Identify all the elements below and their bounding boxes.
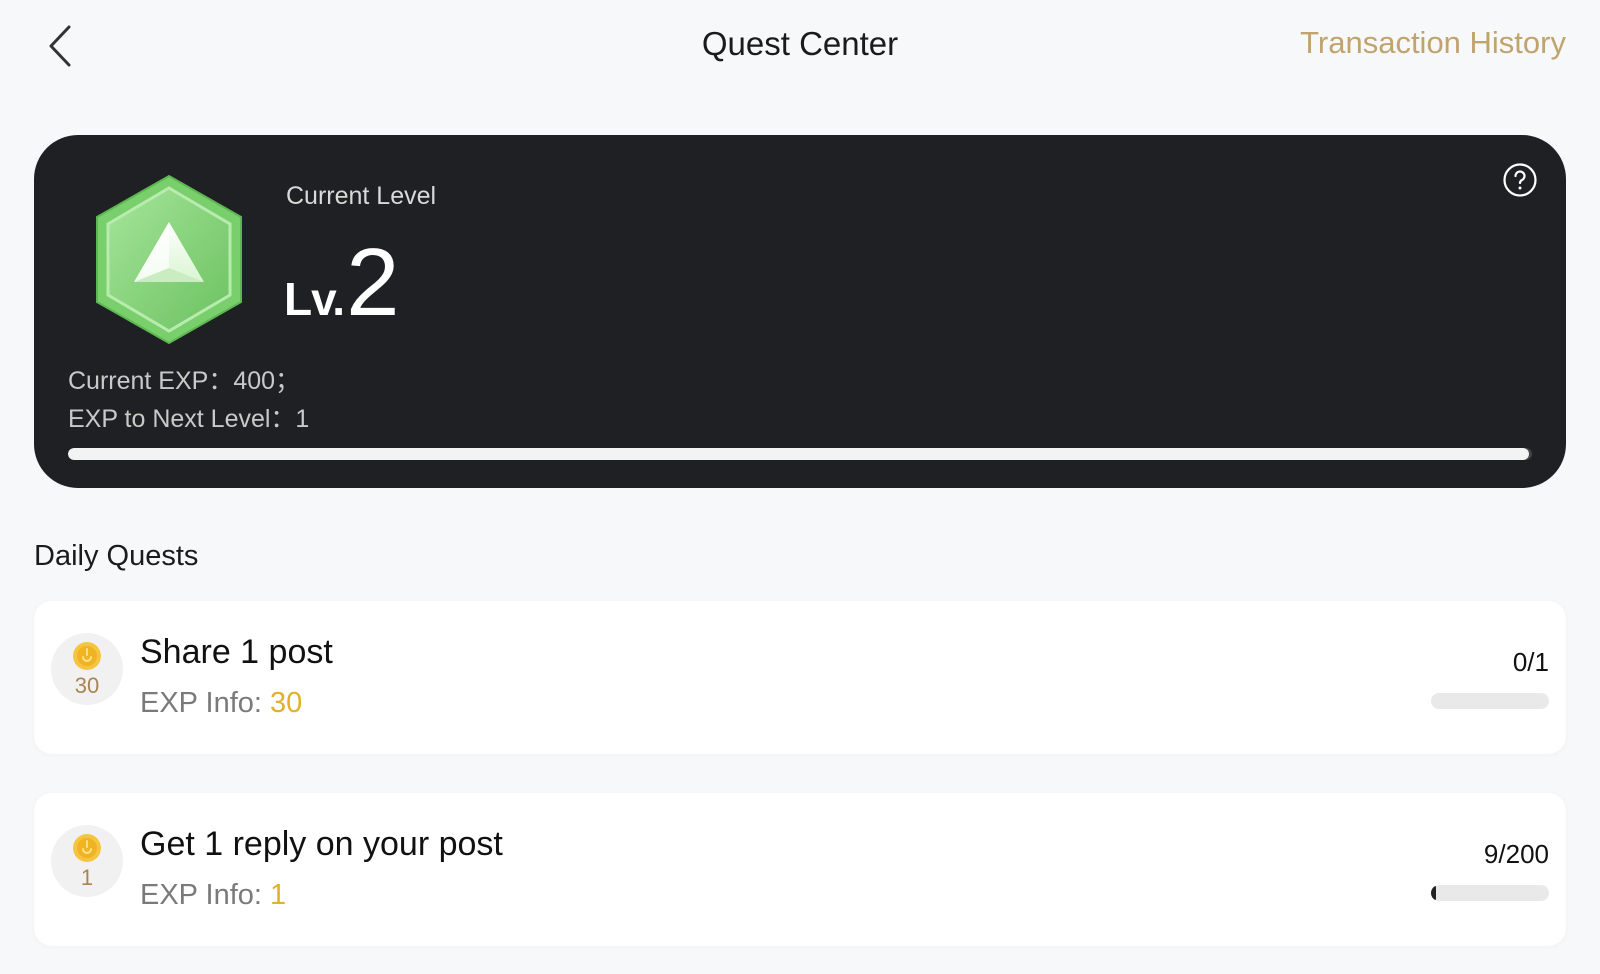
quest-progress-bar bbox=[1431, 885, 1549, 901]
transaction-history-link[interactable]: Transaction History bbox=[1300, 25, 1566, 61]
level-card: Current Level Lv. 2 Current EXP：400； EXP… bbox=[34, 135, 1566, 488]
coin-amount: 1 bbox=[80, 865, 94, 890]
quest-progress-bar bbox=[1431, 693, 1549, 709]
exp-info-label: EXP Info: bbox=[140, 879, 271, 911]
quest-exp-info: EXP Info: 30 bbox=[140, 687, 302, 720]
quest-exp-info: EXP Info: 1 bbox=[140, 879, 286, 912]
coin-icon bbox=[73, 642, 101, 670]
level-prefix: Lv. bbox=[284, 273, 345, 325]
reward-coin: 30 bbox=[51, 633, 123, 705]
level-number: 2 bbox=[346, 229, 400, 336]
quest-progress-text: 9/200 bbox=[1483, 839, 1549, 869]
exp-progress-fill bbox=[68, 448, 1530, 460]
help-button[interactable] bbox=[1502, 162, 1538, 198]
chevron-left-icon bbox=[49, 25, 71, 67]
current-exp-text: Current EXP：400； bbox=[68, 367, 301, 395]
coin-icon bbox=[73, 834, 101, 862]
reward-coin: 1 bbox=[51, 825, 123, 897]
back-button[interactable] bbox=[40, 22, 80, 70]
quest-progress-text: 0/1 bbox=[1512, 647, 1549, 677]
quest-progress-fill bbox=[1431, 885, 1437, 901]
exp-info-value: 30 bbox=[270, 687, 303, 719]
quest-title: Share 1 post bbox=[140, 633, 333, 671]
question-circle-icon bbox=[1503, 163, 1537, 197]
daily-quests-title: Daily Quests bbox=[34, 540, 199, 572]
current-level-label: Current Level bbox=[286, 182, 437, 210]
quest-card[interactable]: 30 Share 1 post EXP Info: 30 0/1 bbox=[34, 601, 1566, 754]
next-level-exp-text: EXP to Next Level：1 bbox=[68, 405, 310, 433]
quest-card[interactable]: 1 Get 1 reply on your post EXP Info: 1 9… bbox=[34, 793, 1566, 946]
level-value: Lv. 2 bbox=[284, 235, 399, 331]
exp-info-value: 1 bbox=[270, 879, 287, 911]
coin-amount: 30 bbox=[74, 673, 100, 698]
quest-title: Get 1 reply on your post bbox=[140, 825, 503, 863]
exp-progress-bar bbox=[68, 448, 1532, 460]
header: Quest Center Transaction History bbox=[0, 0, 1600, 96]
exp-info-label: EXP Info: bbox=[140, 687, 271, 719]
level-badge-icon bbox=[89, 172, 249, 347]
